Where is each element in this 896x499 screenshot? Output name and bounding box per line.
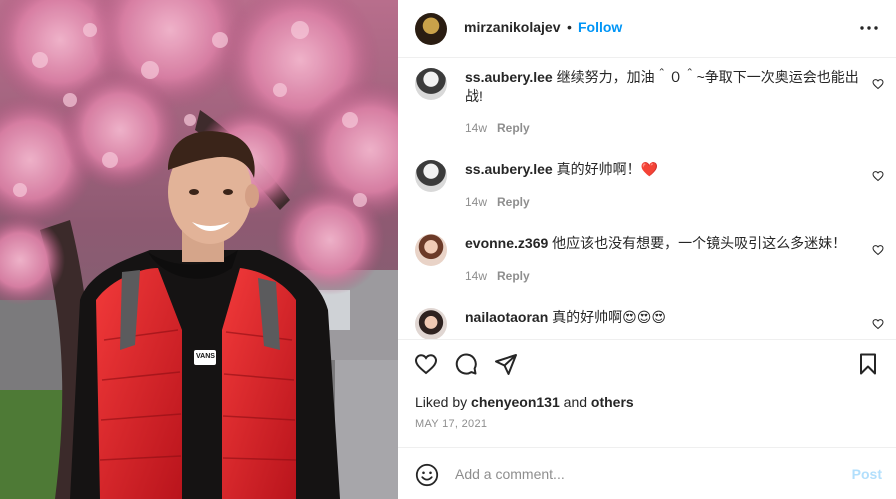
reply-button[interactable]: Reply bbox=[497, 121, 530, 135]
reply-button[interactable]: Reply bbox=[497, 195, 530, 209]
likes-summary: Liked by chenyeon131 and others bbox=[415, 394, 634, 410]
comment-time: 14w bbox=[465, 269, 488, 283]
comment-like-heart-icon[interactable] bbox=[872, 78, 884, 90]
likes-others-link[interactable]: others bbox=[591, 394, 634, 410]
comment-meta: 14w Reply bbox=[465, 195, 530, 209]
comment-item: nailaotaoran 真的好帅啊😍😍😍 bbox=[398, 306, 896, 339]
comment-body: evonne.z369 他应该也没有想要，一个镜头吸引这么多迷妹！ bbox=[465, 234, 860, 253]
header-separator: • bbox=[567, 19, 572, 35]
shirt-logo-text: VANS bbox=[196, 353, 215, 360]
post-header: mirzanikolajev • Follow bbox=[398, 0, 896, 58]
comment-like-heart-icon[interactable] bbox=[872, 170, 884, 182]
comment-username[interactable]: evonne.z369 bbox=[465, 235, 548, 251]
comment-meta: 14w Reply bbox=[465, 121, 530, 135]
reply-button[interactable]: Reply bbox=[497, 269, 530, 283]
comment-username[interactable]: nailaotaoran bbox=[465, 309, 548, 325]
comment-time: 14w bbox=[465, 121, 488, 135]
comment-username[interactable]: ss.aubery.lee bbox=[465, 69, 553, 85]
instagram-post: VANS mirzanikolajev • Follow ss.aubery.l… bbox=[0, 0, 896, 499]
comment-text: 真的好帅啊😍😍😍 bbox=[552, 309, 666, 325]
action-bar bbox=[398, 339, 896, 385]
comment-username[interactable]: ss.aubery.lee bbox=[465, 161, 553, 177]
comment-text: 他应该也没有想要，一个镜头吸引这么多迷妹！ bbox=[552, 235, 847, 251]
add-comment-bar: Post bbox=[398, 447, 896, 499]
liked-by-user[interactable]: chenyeon131 bbox=[471, 394, 560, 410]
add-comment-input[interactable] bbox=[455, 463, 835, 485]
follow-button[interactable]: Follow bbox=[578, 19, 622, 35]
post-date[interactable]: MAY 17, 2021 bbox=[415, 418, 487, 430]
heart-icon[interactable] bbox=[414, 352, 438, 376]
comment-item: ss.aubery.lee 真的好帅啊！❤️ 14w Reply bbox=[398, 158, 896, 214]
comment-item: ss.aubery.lee 继续努力，加油＾０＾~争取下一次奥运会也能出战! 1… bbox=[398, 66, 896, 142]
comment-icon[interactable] bbox=[454, 352, 478, 376]
comment-avatar[interactable] bbox=[415, 160, 447, 192]
comment-like-heart-icon[interactable] bbox=[872, 244, 884, 256]
comment-text: 真的好帅啊！❤️ bbox=[556, 161, 659, 177]
photo-image bbox=[0, 0, 398, 499]
post-panel: mirzanikolajev • Follow ss.aubery.lee 继续… bbox=[398, 0, 896, 499]
author-avatar[interactable] bbox=[415, 13, 447, 45]
more-horizontal-icon[interactable] bbox=[859, 18, 879, 38]
share-icon[interactable] bbox=[494, 352, 518, 376]
author-username[interactable]: mirzanikolajev bbox=[464, 19, 561, 35]
comment-body: nailaotaoran 真的好帅啊😍😍😍 bbox=[465, 308, 860, 327]
comment-like-heart-icon[interactable] bbox=[872, 318, 884, 330]
post-photo[interactable]: VANS bbox=[0, 0, 398, 499]
likes-joiner: and bbox=[563, 394, 588, 410]
comment-body: ss.aubery.lee 真的好帅啊！❤️ bbox=[465, 160, 860, 179]
comment-avatar[interactable] bbox=[415, 68, 447, 100]
post-comment-button[interactable]: Post bbox=[852, 466, 882, 482]
comment-time: 14w bbox=[465, 195, 488, 209]
comment-avatar[interactable] bbox=[415, 234, 447, 266]
smiley-icon[interactable] bbox=[415, 463, 439, 487]
comment-item: evonne.z369 他应该也没有想要，一个镜头吸引这么多迷妹！ 14w Rep… bbox=[398, 232, 896, 288]
likes-prefix: Liked by bbox=[415, 394, 468, 410]
comment-meta: 14w Reply bbox=[465, 269, 530, 283]
bookmark-icon[interactable] bbox=[856, 352, 880, 376]
comment-avatar[interactable] bbox=[415, 308, 447, 339]
comments-list[interactable]: ss.aubery.lee 继续努力，加油＾０＾~争取下一次奥运会也能出战! 1… bbox=[398, 58, 896, 339]
comment-body: ss.aubery.lee 继续努力，加油＾０＾~争取下一次奥运会也能出战! bbox=[465, 68, 860, 106]
